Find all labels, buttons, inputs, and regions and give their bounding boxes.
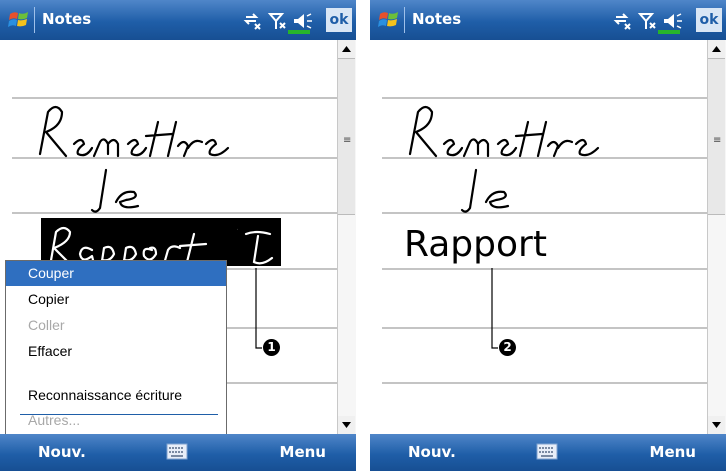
title-separator	[404, 7, 405, 33]
scroll-down-icon[interactable]	[708, 416, 725, 434]
ok-button[interactable]: ok	[696, 8, 722, 32]
menu-button[interactable]: Menu	[650, 443, 696, 461]
status-icons[interactable]	[242, 8, 322, 34]
right-screen: Notes ok Rapport 2 ≡ Nouv. Menu	[370, 0, 726, 471]
connectivity-icon	[243, 13, 261, 30]
bottom-toolbar: Nouv. Menu	[0, 434, 356, 471]
windows-start-icon[interactable]	[378, 8, 400, 32]
menu-item-cut[interactable]: Couper	[6, 261, 226, 286]
menu-item-copy[interactable]: Copier	[6, 287, 226, 312]
handwriting-remettre	[38, 105, 230, 158]
callout-number-1: 1	[263, 339, 280, 356]
signal-icon	[637, 13, 656, 29]
bottom-toolbar: Nouv. Menu	[370, 434, 726, 471]
menu-item-recognize[interactable]: Reconnaissance écriture	[6, 383, 226, 408]
note-page[interactable]: Rapport 2	[370, 40, 708, 434]
menu-item-paste: Coller	[28, 317, 65, 333]
title-bar: Notes ok	[0, 0, 356, 40]
callout-leader-1	[255, 268, 262, 349]
scroll-down-icon[interactable]	[338, 416, 355, 434]
windows-start-icon[interactable]	[8, 8, 30, 32]
keyboard-icon[interactable]	[536, 443, 558, 460]
connectivity-icon	[613, 13, 631, 30]
context-menu: Couper Copier Coller Effacer Reconnaissa…	[5, 260, 227, 439]
status-icons[interactable]	[612, 8, 692, 34]
scroll-up-icon[interactable]	[708, 40, 725, 58]
volume-icon	[664, 13, 682, 29]
handwriting-le	[460, 168, 510, 213]
title-separator	[34, 7, 35, 33]
app-title: Notes	[412, 10, 462, 28]
vertical-scrollbar[interactable]: ≡	[707, 40, 726, 434]
scroll-thumb[interactable]: ≡	[708, 58, 725, 215]
new-button[interactable]: Nouv.	[38, 443, 86, 461]
menu-item-more: Autres...	[28, 412, 81, 428]
menu-button[interactable]: Menu	[280, 443, 326, 461]
title-bar: Notes ok	[370, 0, 726, 40]
left-screen: Notes ok 1 Couper Copier Coller Effacer …	[0, 0, 356, 471]
app-title: Notes	[42, 10, 92, 28]
new-button[interactable]: Nouv.	[408, 443, 456, 461]
scroll-thumb[interactable]: ≡	[338, 58, 355, 215]
callout-number-2: 2	[499, 339, 516, 356]
signal-icon	[267, 13, 286, 29]
volume-icon	[294, 13, 312, 29]
scroll-up-icon[interactable]	[338, 40, 355, 58]
handwriting-remettre	[408, 105, 600, 158]
recognized-text[interactable]: Rapport	[404, 224, 547, 265]
keyboard-icon[interactable]	[166, 443, 188, 460]
callout-leader-2	[491, 268, 498, 349]
handwriting-le	[90, 168, 140, 213]
note-page[interactable]: 1 Couper Copier Coller Effacer Reconnais…	[0, 40, 338, 439]
menu-item-clear[interactable]: Effacer	[6, 339, 226, 364]
vertical-scrollbar[interactable]: ≡	[337, 40, 356, 434]
ok-button[interactable]: ok	[326, 8, 352, 32]
